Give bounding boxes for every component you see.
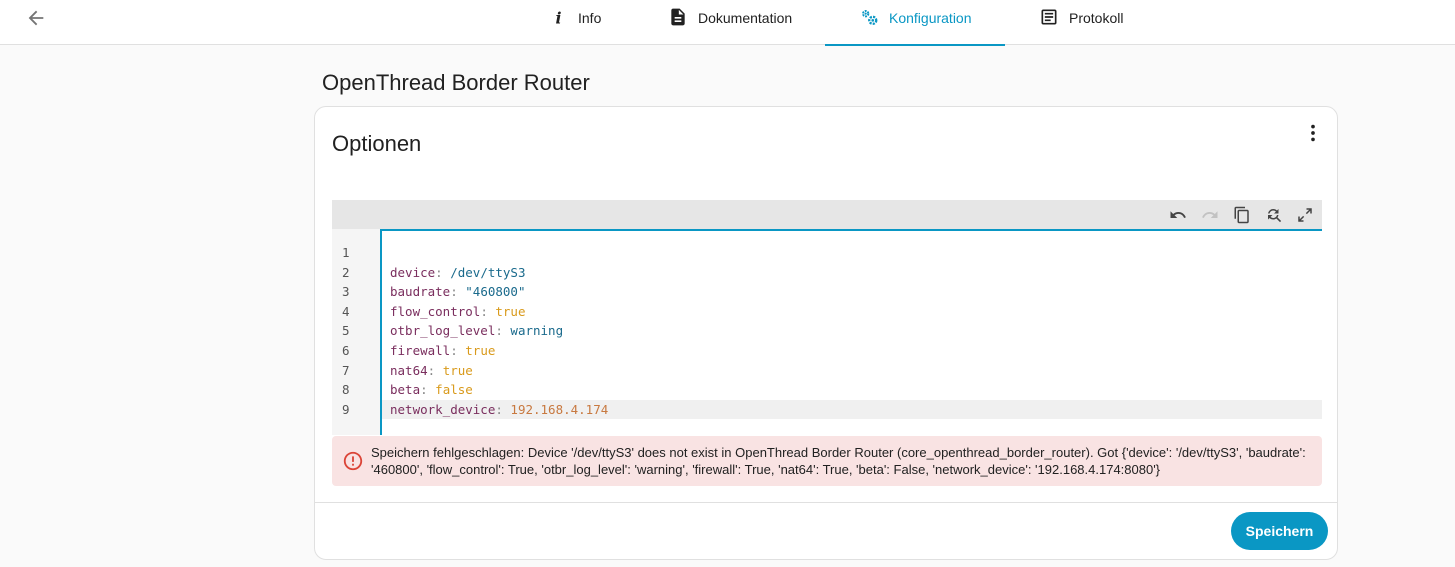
yaml-value: false: [435, 382, 473, 398]
yaml-key: beta: [390, 382, 421, 398]
yaml-key: device: [390, 264, 436, 280]
line-number: 1: [342, 245, 350, 260]
log-icon: [1039, 7, 1059, 27]
code-line: firewall: true: [390, 343, 496, 358]
yaml-key: firewall: [390, 343, 451, 358]
yaml-key: nat64: [390, 362, 428, 378]
tab-info[interactable]: i Info: [548, 0, 602, 45]
error-message: Speichern fehlgeschlagen: Device '/dev/t…: [371, 445, 1306, 477]
code-line: nat64: true: [390, 362, 473, 378]
tab-protokoll[interactable]: Protokoll: [1039, 0, 1123, 45]
line-number: 6: [342, 343, 350, 358]
yaml-value: warning: [510, 323, 564, 339]
yaml-value: true: [495, 303, 526, 319]
fullscreen-button[interactable]: [1294, 204, 1316, 226]
alert-circle-icon: [343, 451, 363, 471]
top-bar: i Info Dokumentation Konfiguration Proto…: [0, 0, 1455, 46]
line-number: 9: [342, 401, 350, 417]
redo-button[interactable]: [1199, 204, 1221, 226]
code-input[interactable]: device: /dev/ttyS3 baudrate: "460800" fl…: [380, 229, 1322, 435]
line-number: 2: [342, 264, 350, 280]
redo-icon: [1202, 211, 1218, 218]
yaml-key: baudrate: [390, 284, 451, 300]
yaml-key: flow_control: [390, 303, 481, 319]
code-line: baudrate: "460800": [390, 284, 526, 300]
yaml-editor: 1 2 3 4 5 6 7 8 9 device: /dev/ttyS3 bau…: [332, 200, 1322, 435]
svg-text:i: i: [556, 9, 562, 27]
yaml-value: true: [442, 362, 473, 378]
tab-dokumentation[interactable]: Dokumentation: [668, 0, 792, 45]
line-number: 7: [342, 362, 350, 378]
card-title: Optionen: [332, 131, 422, 156]
info-icon: i: [548, 7, 568, 27]
error-alert: Speichern fehlgeschlagen: Device '/dev/t…: [332, 436, 1322, 486]
tab-konfiguration[interactable]: Konfiguration: [825, 0, 1005, 46]
save-button[interactable]: Speichern: [1231, 512, 1328, 550]
search-replace-button[interactable]: [1263, 204, 1285, 226]
line-number: 4: [342, 303, 350, 319]
fullscreen-icon: [1298, 208, 1312, 222]
line-number: 8: [342, 382, 350, 398]
yaml-key: otbr_log_level: [390, 323, 496, 339]
cogs-icon: [859, 7, 879, 27]
code-line-active: network_device: 192.168.4.174: [382, 399, 1322, 420]
tab-label: Protokoll: [1069, 10, 1124, 26]
code-line: beta: false: [390, 382, 473, 398]
card-divider: [315, 502, 1337, 503]
code-line: device: /dev/ttyS3: [390, 264, 526, 280]
tab-label: Dokumentation: [698, 10, 793, 26]
page-title: OpenThread Border Router: [322, 70, 590, 95]
copy-icon: [1234, 206, 1249, 224]
search-replace-icon: [1268, 209, 1282, 223]
code-line: flow_control: true: [390, 303, 526, 319]
more-options-button[interactable]: [1301, 121, 1325, 145]
yaml-key: network_device: [390, 401, 496, 417]
active-tab-indicator: [825, 44, 1005, 46]
dots-vertical-icon: [1311, 124, 1315, 142]
yaml-value: "460800": [465, 284, 526, 300]
copy-button[interactable]: [1231, 204, 1253, 226]
tab-label: Konfiguration: [889, 10, 972, 26]
editor-toolbar: [332, 200, 1322, 229]
line-gutter: 1 2 3 4 5 6 7 8 9: [332, 229, 380, 435]
document-icon: [668, 7, 688, 27]
undo-button[interactable]: [1167, 204, 1189, 226]
undo-icon: [1170, 211, 1186, 218]
code-line: otbr_log_level: warning: [390, 323, 564, 339]
line-number: 5: [342, 323, 350, 339]
yaml-value: /dev/ttyS3: [450, 264, 526, 280]
options-card: Optionen 1 2 3 4 5 6 7 8 9 device: /dev/…: [314, 106, 1338, 560]
yaml-value: 192.168.4.174: [510, 401, 609, 417]
line-number: 3: [342, 284, 350, 300]
tab-bar: i Info Dokumentation Konfiguration Proto…: [0, 0, 1455, 46]
tab-label: Info: [578, 10, 602, 26]
yaml-value: true: [465, 343, 496, 358]
